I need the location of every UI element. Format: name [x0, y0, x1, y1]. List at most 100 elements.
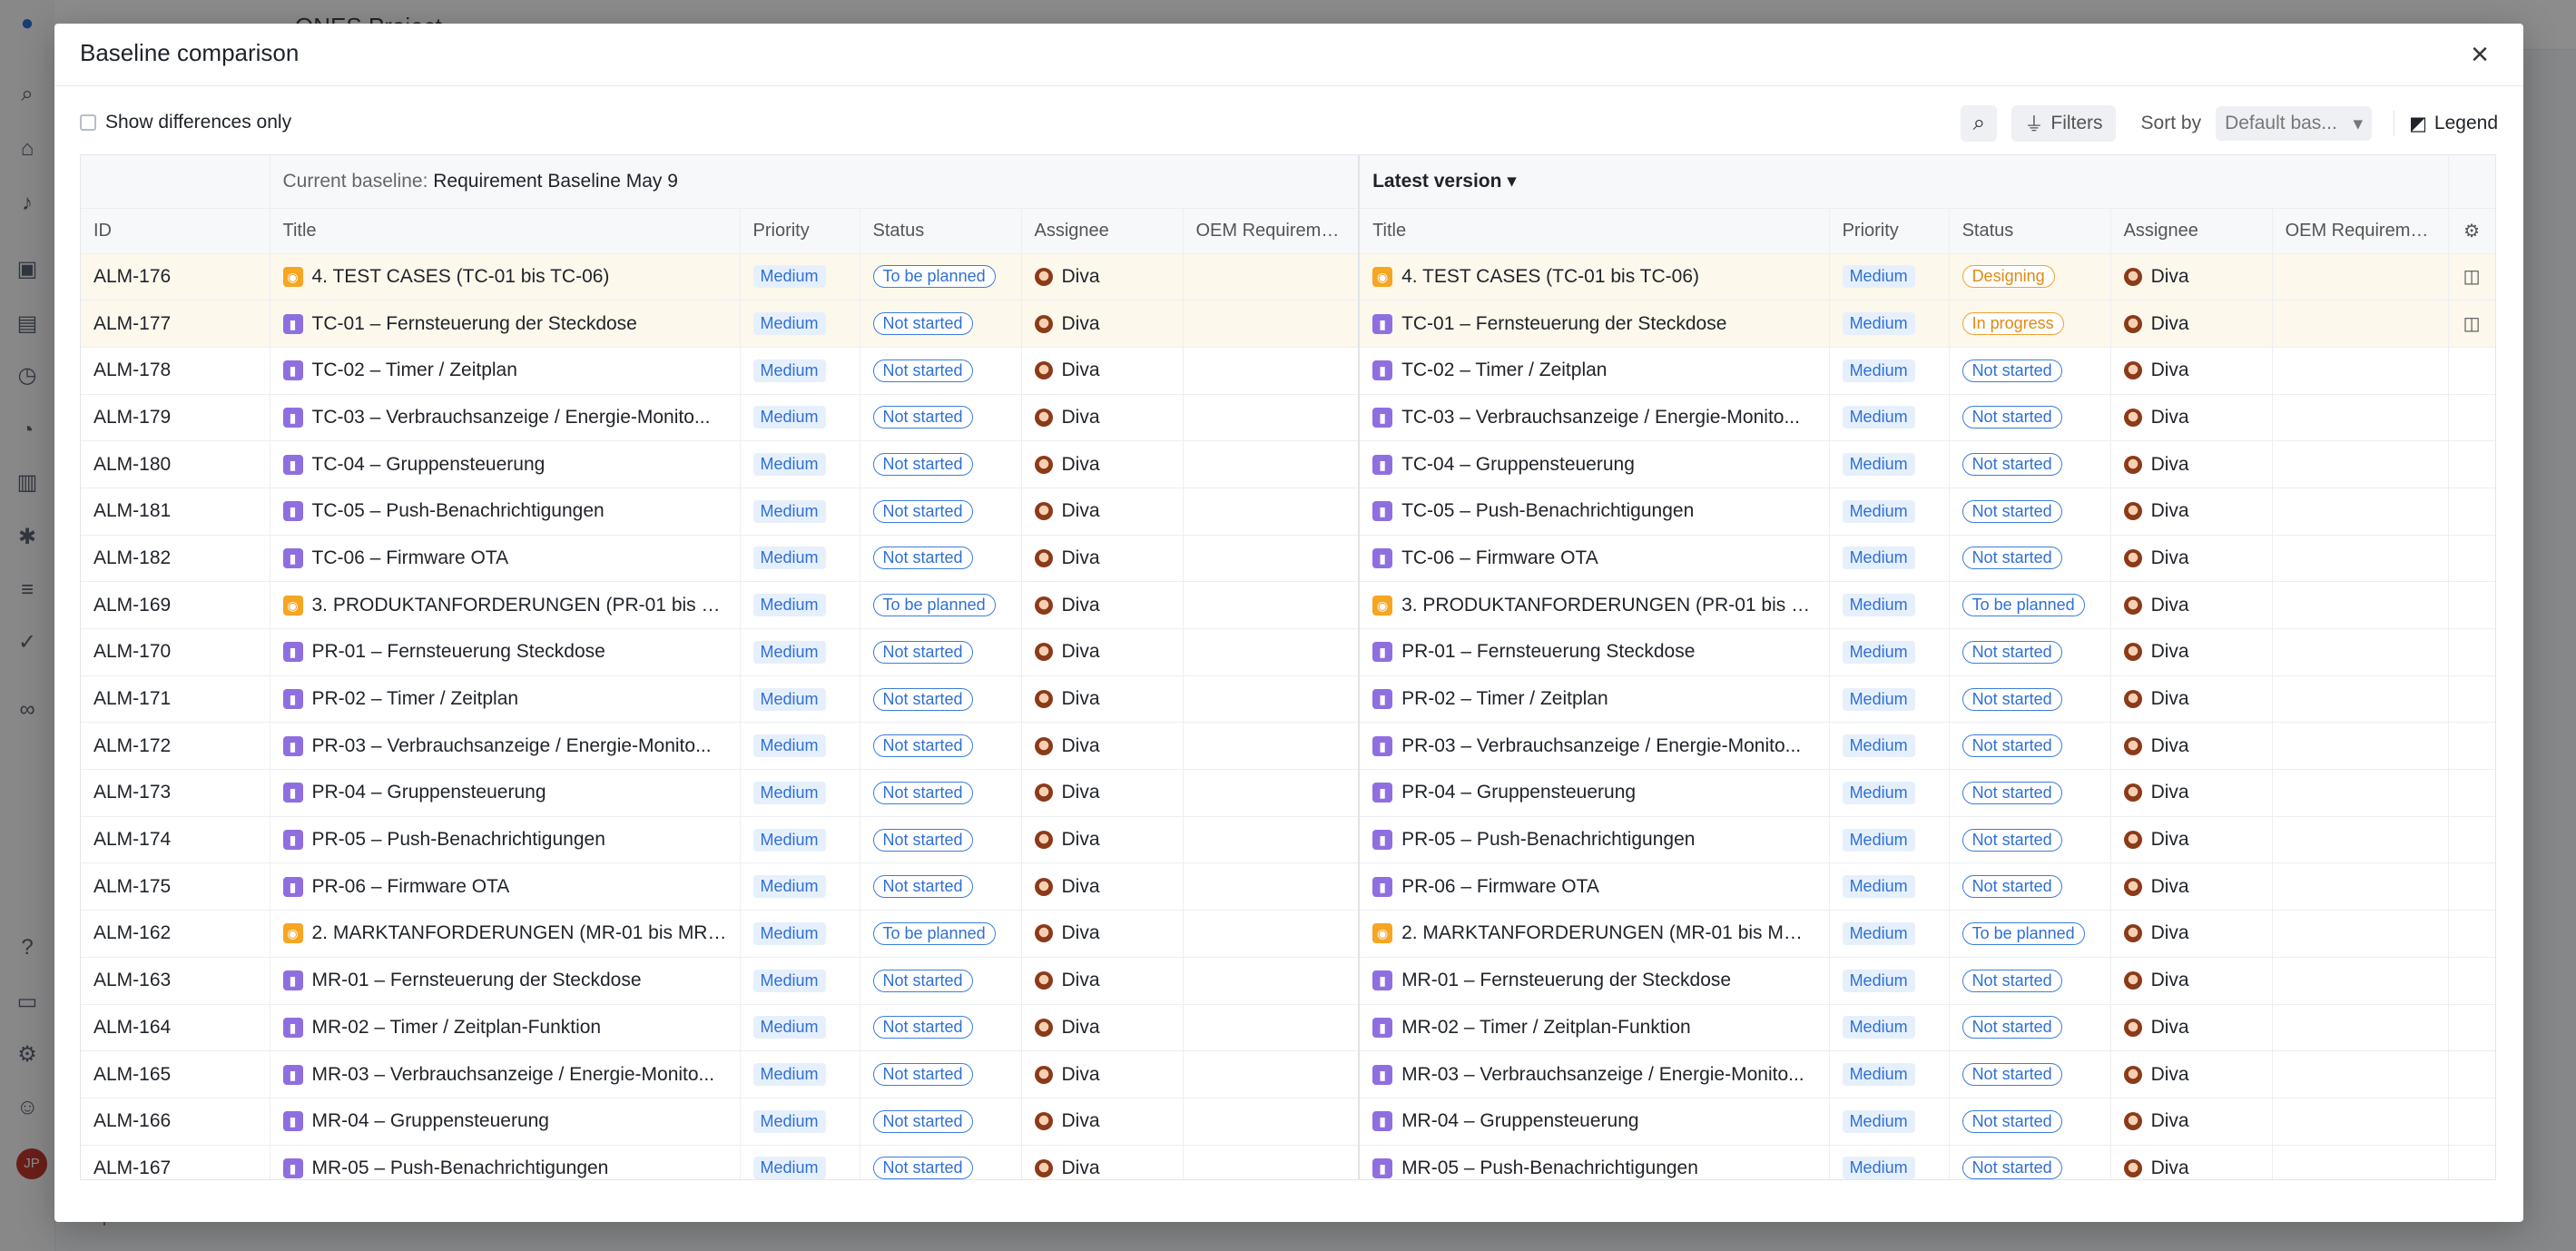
- cell-assignee-latest[interactable]: Diva: [2110, 1145, 2273, 1179]
- cell-status-latest[interactable]: Not started: [1949, 862, 2111, 911]
- cell-status-latest[interactable]: To be planned: [1949, 581, 2111, 629]
- legend-button[interactable]: ◩ Legend: [2409, 113, 2498, 135]
- cell-status[interactable]: Not started: [860, 440, 1022, 488]
- cell-title-latest[interactable]: ▮ MR-01 – Fernsteuerung der Steckdose: [1359, 957, 1830, 1005]
- column-settings-icon[interactable]: ⚙: [2448, 208, 2495, 254]
- cell-status[interactable]: Not started: [860, 347, 1022, 395]
- cell-assignee[interactable]: Diva: [1021, 769, 1184, 817]
- cell-assignee[interactable]: Diva: [1021, 722, 1184, 771]
- status-badge[interactable]: Not started: [1961, 547, 2062, 570]
- cell-title-latest[interactable]: ▮ TC-02 – Timer / Zeitplan: [1359, 347, 1830, 395]
- status-badge[interactable]: Not started: [872, 1109, 973, 1133]
- cell-status[interactable]: Not started: [860, 816, 1022, 864]
- cell-assignee-latest[interactable]: Diva: [2110, 535, 2273, 583]
- cell-assignee-latest[interactable]: Diva: [2110, 347, 2273, 395]
- cell-title[interactable]: ◉ 4. TEST CASES (TC-01 bis TC-06): [270, 253, 741, 301]
- status-badge[interactable]: Not started: [1961, 875, 2062, 899]
- sort-select[interactable]: Default bas... ▾: [2216, 106, 2373, 141]
- cell-title-latest[interactable]: ▮ PR-05 – Push-Benachrichtigungen: [1359, 816, 1830, 864]
- table-row[interactable]: ALM-175 ▮ PR-06 – Firmware OTA Medium Not st…: [81, 862, 2495, 911]
- status-badge[interactable]: Not started: [1961, 781, 2062, 804]
- cell-status-latest[interactable]: Not started: [1949, 1050, 2111, 1098]
- comparison-table[interactable]: Current baseline: Requirement Baseline M…: [80, 154, 2496, 1180]
- filters-button[interactable]: ⏚ Filters: [2011, 105, 2116, 142]
- cell-assignee[interactable]: Diva: [1021, 1098, 1184, 1146]
- cell-assignee-latest[interactable]: Diva: [2110, 910, 2273, 958]
- table-row[interactable]: ALM-173 ▮ PR-04 – Gruppensteuerung Medium No…: [81, 769, 2495, 817]
- status-badge[interactable]: Not started: [1961, 1016, 2062, 1039]
- cell-title[interactable]: ▮ MR-02 – Timer / Zeitplan-Funktion: [270, 1004, 741, 1052]
- cell-status-latest[interactable]: Not started: [1949, 535, 2111, 583]
- cell-status-latest[interactable]: Not started: [1949, 394, 2111, 442]
- table-row[interactable]: ALM-177 ▮ TC-01 – Fernsteuerung der Steckd…: [81, 300, 2495, 348]
- status-badge[interactable]: Not started: [872, 359, 973, 382]
- cell-title-latest[interactable]: ▮ MR-02 – Timer / Zeitplan-Funktion: [1359, 1004, 1830, 1052]
- cell-assignee[interactable]: Diva: [1021, 1050, 1184, 1098]
- cell-title-latest[interactable]: ◉ 2. MARKTANFORDERUNGEN (MR-01 bis MR-...: [1359, 910, 1830, 958]
- status-badge[interactable]: In progress: [1961, 312, 2064, 336]
- cell-status[interactable]: To be planned: [860, 253, 1022, 301]
- status-badge[interactable]: Not started: [872, 312, 973, 336]
- cell-status[interactable]: Not started: [860, 1004, 1022, 1052]
- cell-assignee-latest[interactable]: Diva: [2110, 957, 2273, 1005]
- cell-assignee[interactable]: Diva: [1021, 440, 1184, 488]
- table-row[interactable]: ALM-171 ▮ PR-02 – Timer / Zeitplan Medium No…: [81, 675, 2495, 724]
- cell-title[interactable]: ▮ PR-02 – Timer / Zeitplan: [270, 675, 741, 724]
- table-row[interactable]: ALM-164 ▮ MR-02 – Timer / Zeitplan-Funktio…: [81, 1004, 2495, 1052]
- cell-title[interactable]: ▮ PR-05 – Push-Benachrichtigungen: [270, 816, 741, 864]
- cell-title[interactable]: ▮ MR-05 – Push-Benachrichtigungen: [270, 1145, 741, 1179]
- cell-title-latest[interactable]: ▮ PR-06 – Firmware OTA: [1359, 862, 1830, 911]
- status-badge[interactable]: To be planned: [1961, 921, 2085, 945]
- status-badge[interactable]: Not started: [872, 453, 973, 477]
- table-row[interactable]: ALM-162 ◉ 2. MARKTANFORDERUNGEN (MR-01 bis…: [81, 910, 2495, 958]
- cell-status[interactable]: Not started: [860, 769, 1022, 817]
- status-badge[interactable]: Not started: [1961, 453, 2062, 477]
- cell-assignee-latest[interactable]: Diva: [2110, 1098, 2273, 1146]
- cell-title[interactable]: ▮ PR-04 – Gruppensteuerung: [270, 769, 741, 817]
- table-row[interactable]: ALM-169 ◉ 3. PRODUKTANFORDERUNGEN (PR-01 b…: [81, 581, 2495, 629]
- status-badge[interactable]: Not started: [1961, 640, 2062, 664]
- cell-title[interactable]: ▮ PR-03 – Verbrauchsanzeige / Energie-Mon…: [270, 722, 741, 771]
- cell-assignee[interactable]: Diva: [1021, 628, 1184, 676]
- cell-status-latest[interactable]: Not started: [1949, 628, 2111, 676]
- cell-assignee[interactable]: Diva: [1021, 253, 1184, 301]
- table-row[interactable]: ALM-172 ▮ PR-03 – Verbrauchsanzeige / Ener…: [81, 722, 2495, 771]
- cell-title-latest[interactable]: ▮ MR-03 – Verbrauchsanzeige / Energie-Mon…: [1359, 1050, 1830, 1098]
- status-badge[interactable]: Not started: [872, 781, 973, 804]
- cell-assignee[interactable]: Diva: [1021, 816, 1184, 864]
- status-badge[interactable]: Not started: [1961, 359, 2062, 382]
- cell-title[interactable]: ▮ TC-02 – Timer / Zeitplan: [270, 347, 741, 395]
- cell-title[interactable]: ▮ PR-01 – Fernsteuerung Steckdose: [270, 628, 741, 676]
- cell-assignee[interactable]: Diva: [1021, 581, 1184, 629]
- cell-assignee-latest[interactable]: Diva: [2110, 1050, 2273, 1098]
- search-icon[interactable]: ⌕: [1961, 105, 1998, 142]
- cell-status-latest[interactable]: Not started: [1949, 1004, 2111, 1052]
- cell-title-latest[interactable]: ◉ 3. PRODUKTANFORDERUNGEN (PR-01 bis P...: [1359, 581, 1830, 629]
- cell-status[interactable]: Not started: [860, 722, 1022, 771]
- cell-status[interactable]: Not started: [860, 628, 1022, 676]
- cell-assignee[interactable]: Diva: [1021, 347, 1184, 395]
- status-badge[interactable]: Not started: [872, 499, 973, 523]
- cell-assignee[interactable]: Diva: [1021, 910, 1184, 958]
- cell-assignee-latest[interactable]: Diva: [2110, 488, 2273, 536]
- cell-assignee-latest[interactable]: Diva: [2110, 440, 2273, 488]
- table-row[interactable]: ALM-167 ▮ MR-05 – Push-Benachrichtigungen M…: [81, 1145, 2495, 1179]
- cell-title-latest[interactable]: ▮ MR-04 – Gruppensteuerung: [1359, 1098, 1830, 1146]
- close-icon[interactable]: ×: [2462, 36, 2498, 73]
- table-row[interactable]: ALM-163 ▮ MR-01 – Fernsteuerung der Steckd…: [81, 957, 2495, 1005]
- cell-title-latest[interactable]: ▮ PR-01 – Fernsteuerung Steckdose: [1359, 628, 1830, 676]
- status-badge[interactable]: Not started: [872, 969, 973, 992]
- cell-title[interactable]: ▮ TC-04 – Gruppensteuerung: [270, 440, 741, 488]
- cell-status[interactable]: Not started: [860, 535, 1022, 583]
- table-row[interactable]: ALM-170 ▮ PR-01 – Fernsteuerung Steckdose M…: [81, 628, 2495, 676]
- cell-title-latest[interactable]: ▮ PR-03 – Verbrauchsanzeige / Energie-Mon…: [1359, 722, 1830, 771]
- cell-status-latest[interactable]: Not started: [1949, 440, 2111, 488]
- cell-title-latest[interactable]: ▮ PR-04 – Gruppensteuerung: [1359, 769, 1830, 817]
- cell-status-latest[interactable]: Not started: [1949, 957, 2111, 1005]
- cell-status-latest[interactable]: To be planned: [1949, 910, 2111, 958]
- cell-title-latest[interactable]: ▮ TC-04 – Gruppensteuerung: [1359, 440, 1830, 488]
- cell-status-latest[interactable]: Not started: [1949, 769, 2111, 817]
- status-badge[interactable]: To be planned: [1961, 594, 2085, 617]
- table-row[interactable]: ALM-182 ▮ TC-06 – Firmware OTA Medium Not st…: [81, 535, 2495, 583]
- status-badge[interactable]: Not started: [872, 687, 973, 711]
